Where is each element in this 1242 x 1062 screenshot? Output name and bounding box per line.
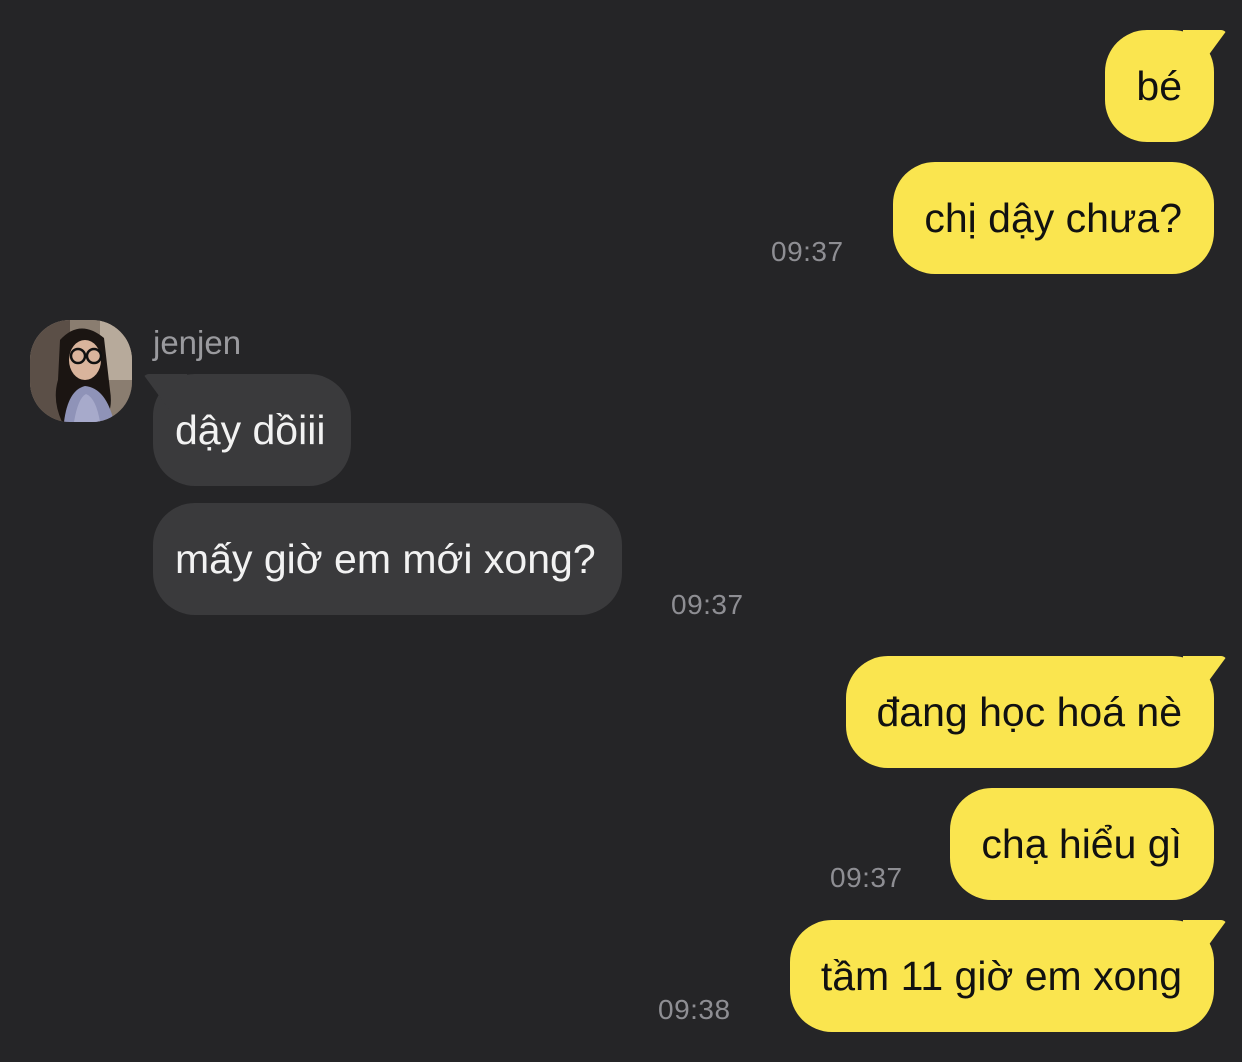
contact-name: jenjen	[153, 324, 242, 361]
message-timestamp: 09:37	[830, 862, 903, 893]
outgoing-message-bubble[interactable]: chạ hiểu gì	[950, 788, 1214, 900]
message-text: chị dậy chưa?	[924, 195, 1182, 241]
outgoing-message-bubble[interactable]: tầm 11 giờ em xong	[789, 920, 1214, 1032]
outgoing-message-bubble[interactable]: đang học hoá nè	[845, 656, 1214, 768]
incoming-message-bubble[interactable]: dậy dồiii	[153, 374, 352, 486]
message-text: mấy giờ em mới xong?	[175, 536, 596, 582]
message-text: dậy dồiii	[175, 407, 326, 453]
chat-thread: bé chị dậy chưa? 09:37 jenjen dậy dồiii …	[0, 0, 1242, 1062]
message-text: bé	[1136, 63, 1182, 109]
profile-photo-icon	[30, 320, 132, 422]
contact-avatar[interactable]	[30, 320, 132, 422]
outgoing-message-bubble[interactable]: chị dậy chưa?	[893, 162, 1214, 274]
message-text: đang học hoá nè	[876, 689, 1183, 735]
message-timestamp: 09:38	[658, 994, 731, 1025]
message-timestamp: 09:37	[771, 236, 844, 267]
incoming-message-bubble[interactable]: mấy giờ em mới xong?	[153, 503, 622, 615]
message-timestamp: 09:37	[671, 589, 744, 620]
outgoing-message-bubble[interactable]: bé	[1105, 30, 1214, 142]
message-text: tầm 11 giờ em xong	[820, 953, 1182, 999]
message-text: chạ hiểu gì	[981, 821, 1182, 867]
